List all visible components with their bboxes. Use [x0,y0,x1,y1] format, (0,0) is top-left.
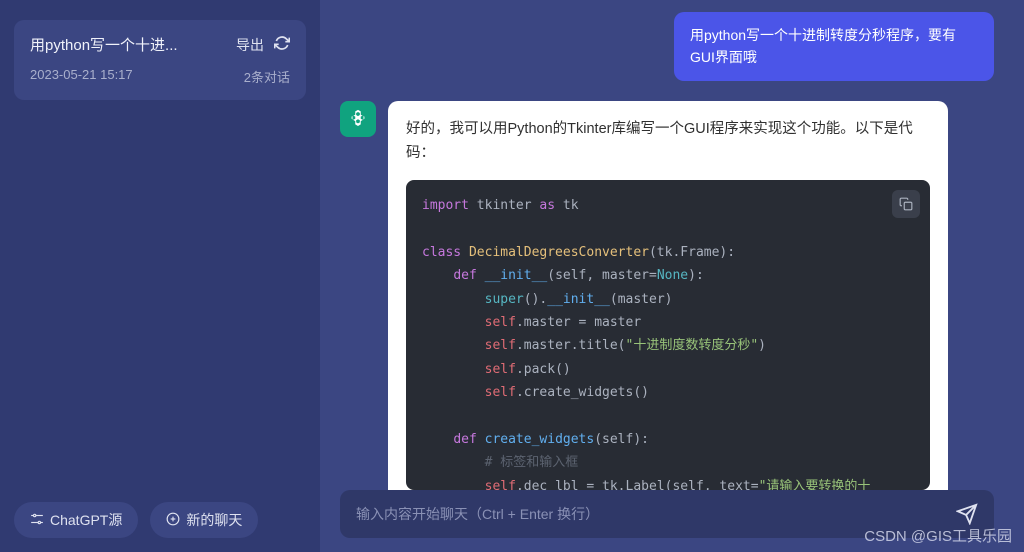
code-content: import tkinter as tk class DecimalDegree… [422,194,914,490]
source-button-label: ChatGPT源 [50,510,122,530]
chat-area: 用python写一个十进制转度分秒程序，要有GUI界面哦 好的，我可以用Pyth… [320,0,1024,552]
conversation-header: 用python写一个十进... 导出 [30,34,290,55]
copy-icon [899,197,913,211]
code-block: import tkinter as tk class DecimalDegree… [406,180,930,490]
message-input[interactable] [356,506,944,522]
plus-circle-icon [166,512,180,529]
assistant-intro-text: 好的，我可以用Python的Tkinter库编写一个GUI程序来实现这个功能。以… [406,117,930,166]
conversation-actions: 导出 [236,35,290,55]
conversation-title: 用python写一个十进... [30,34,236,55]
assistant-bubble: 好的，我可以用Python的Tkinter库编写一个GUI程序来实现这个功能。以… [388,101,948,490]
conversation-timestamp: 2023-05-21 15:17 [30,67,133,86]
refresh-icon[interactable] [274,35,290,54]
new-chat-button[interactable]: 新的聊天 [150,502,258,538]
sidebar: 用python写一个十进... 导出 2023-05-21 15:17 2条对话… [0,0,320,552]
send-icon [956,503,978,525]
assistant-message: 好的，我可以用Python的Tkinter库编写一个GUI程序来实现这个功能。以… [340,101,994,490]
message-input-bar [340,490,994,538]
conversation-meta: 2023-05-21 15:17 2条对话 [30,67,290,86]
new-chat-label: 新的聊天 [186,510,242,530]
send-button[interactable] [956,503,978,525]
user-message: 用python写一个十进制转度分秒程序，要有GUI界面哦 [674,12,994,81]
sidebar-bottom: ChatGPT源 新的聊天 [14,502,306,538]
messages-container: 用python写一个十进制转度分秒程序，要有GUI界面哦 好的，我可以用Pyth… [320,0,1024,490]
conversation-card[interactable]: 用python写一个十进... 导出 2023-05-21 15:17 2条对话 [14,20,306,100]
assistant-avatar [340,101,376,137]
settings-icon [30,512,44,529]
conversation-count: 2条对话 [244,67,290,86]
export-button[interactable]: 导出 [236,35,264,55]
source-button[interactable]: ChatGPT源 [14,502,138,538]
copy-code-button[interactable] [892,190,920,218]
openai-icon [347,108,369,130]
